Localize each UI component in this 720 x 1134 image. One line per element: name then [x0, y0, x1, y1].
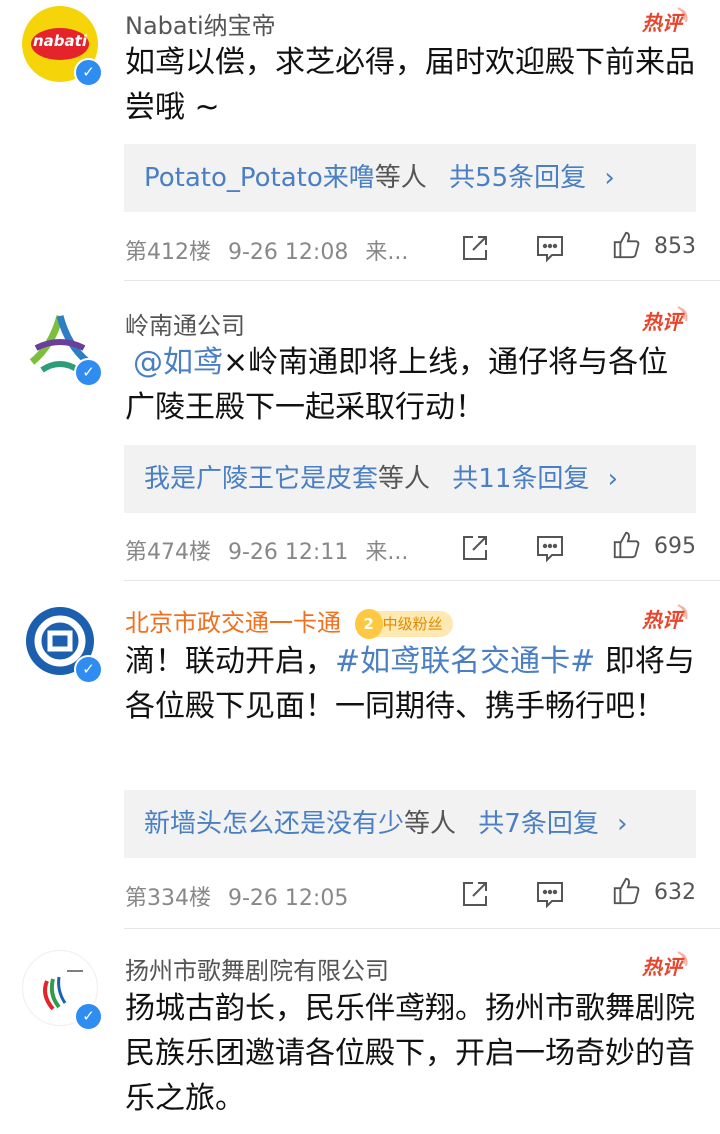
comment-body-start: 滴！联动开启， [125, 644, 335, 679]
fan-level-badge: 2 中级粉丝 [354, 609, 453, 639]
share-icon[interactable] [460, 533, 490, 563]
verified-icon: ✓ [74, 655, 103, 684]
comment-meta: 第334楼 9-26 12:05 [125, 880, 348, 912]
mention-link[interactable]: @如鸢 [125, 345, 223, 380]
reply-preview[interactable]: 我是广陵王它是皮套等人 共11条回复 › [124, 445, 696, 513]
comment-time: 9-26 12:05 [228, 886, 349, 911]
hot-comment-icon: 热评 [641, 7, 688, 35]
hot-comment-icon: 热评 [641, 604, 688, 632]
comment-icon[interactable] [535, 879, 565, 909]
divider [124, 580, 720, 581]
comment-time: 9-26 12:08 [228, 240, 349, 265]
username-text[interactable]: 北京市政交通一卡通 [125, 609, 341, 637]
like-count: 853 [654, 234, 696, 259]
verified-icon: ✓ [74, 1002, 103, 1031]
avatar-logo-text: nabati [33, 32, 87, 50]
chevron-right-icon: › [607, 464, 619, 494]
like-count: 632 [654, 880, 696, 905]
share-icon[interactable] [460, 879, 490, 909]
comment-icon[interactable] [535, 533, 565, 563]
comment-text: @如鸢×岭南通即将上线，通仔将与各位广陵王殿下一起采取行动！ [125, 340, 695, 430]
comment-source: 来... [365, 240, 409, 265]
hot-comment-icon: 热评 [641, 951, 688, 979]
avatar[interactable]: ✓ [22, 603, 103, 684]
like-icon[interactable] [611, 230, 641, 260]
reply-etc: 等人 [378, 464, 431, 494]
floor-number: 第474楼 [125, 540, 211, 565]
username[interactable]: 扬州市歌舞剧院有限公司 [125, 951, 389, 986]
fan-badge-label: 中级粉丝 [382, 615, 443, 633]
reply-etc: 等人 [404, 809, 457, 839]
comment-time: 9-26 12:11 [228, 540, 349, 565]
hot-comment-icon: 热评 [641, 306, 688, 334]
like-icon[interactable] [611, 876, 641, 906]
reply-count[interactable]: 共11条回复 [452, 464, 589, 494]
reply-users[interactable]: 我是广陵王它是皮套 [124, 464, 378, 494]
fan-level-icon: 2 [354, 609, 383, 639]
comment-icon[interactable] [535, 233, 565, 263]
comment-text: 如鸢以偿，求芝必得，届时欢迎殿下前来品尝哦 ~ [125, 45, 695, 125]
divider [124, 280, 720, 281]
reply-preview[interactable]: Potato_Potato来噜等人 共55条回复 › [124, 144, 696, 212]
floor-number: 第334楼 [125, 886, 211, 911]
avatar[interactable]: nabati ✓ [22, 6, 103, 87]
reply-count[interactable]: 共7条回复 [478, 809, 599, 839]
share-icon[interactable] [460, 233, 490, 263]
comment-meta: 第474楼 9-26 12:11 来... [125, 534, 408, 566]
comment-text: 滴！联动开启，#如鸢联名交通卡# 即将与各位殿下见面！一同期待、携手畅行吧！ [125, 639, 695, 729]
username[interactable]: 北京市政交通一卡通 2 中级粉丝 [125, 603, 453, 639]
divider [124, 928, 720, 929]
floor-number: 第412楼 [125, 240, 211, 265]
username[interactable]: 岭南通公司 [125, 306, 245, 341]
comment-meta: 第412楼 9-26 12:08 来... [125, 234, 408, 266]
chevron-right-icon: › [617, 809, 628, 839]
reply-count[interactable]: 共55条回复 [449, 163, 586, 193]
topic-link[interactable]: #如鸢联名交通卡# [335, 644, 595, 679]
reply-etc: 等人 [374, 163, 427, 193]
hot-label: 热评 [641, 310, 685, 334]
username[interactable]: Nabati纳宝帝 [125, 6, 276, 41]
reply-users[interactable]: Potato_Potato来噜 [124, 163, 375, 193]
comment-source: 来... [365, 540, 409, 565]
reply-users[interactable]: 新墙头怎么还是没有少 [124, 809, 404, 839]
hot-label: 热评 [641, 11, 685, 35]
hot-label: 热评 [641, 955, 685, 979]
like-count: 695 [654, 534, 696, 559]
verified-icon: ✓ [74, 358, 103, 387]
avatar[interactable]: ✓ [22, 950, 103, 1031]
hot-label: 热评 [641, 608, 685, 632]
reply-preview[interactable]: 新墙头怎么还是没有少等人 共7条回复 › [124, 790, 696, 858]
like-icon[interactable] [611, 530, 641, 560]
chevron-right-icon: › [604, 163, 615, 193]
avatar[interactable]: ✓ [22, 306, 103, 387]
verified-icon: ✓ [74, 58, 103, 87]
comment-text: 扬城古韵长，民乐伴鸢翔。扬州市歌舞剧院民族乐团邀请各位殿下，开启一场奇妙的音乐之… [125, 991, 695, 1116]
